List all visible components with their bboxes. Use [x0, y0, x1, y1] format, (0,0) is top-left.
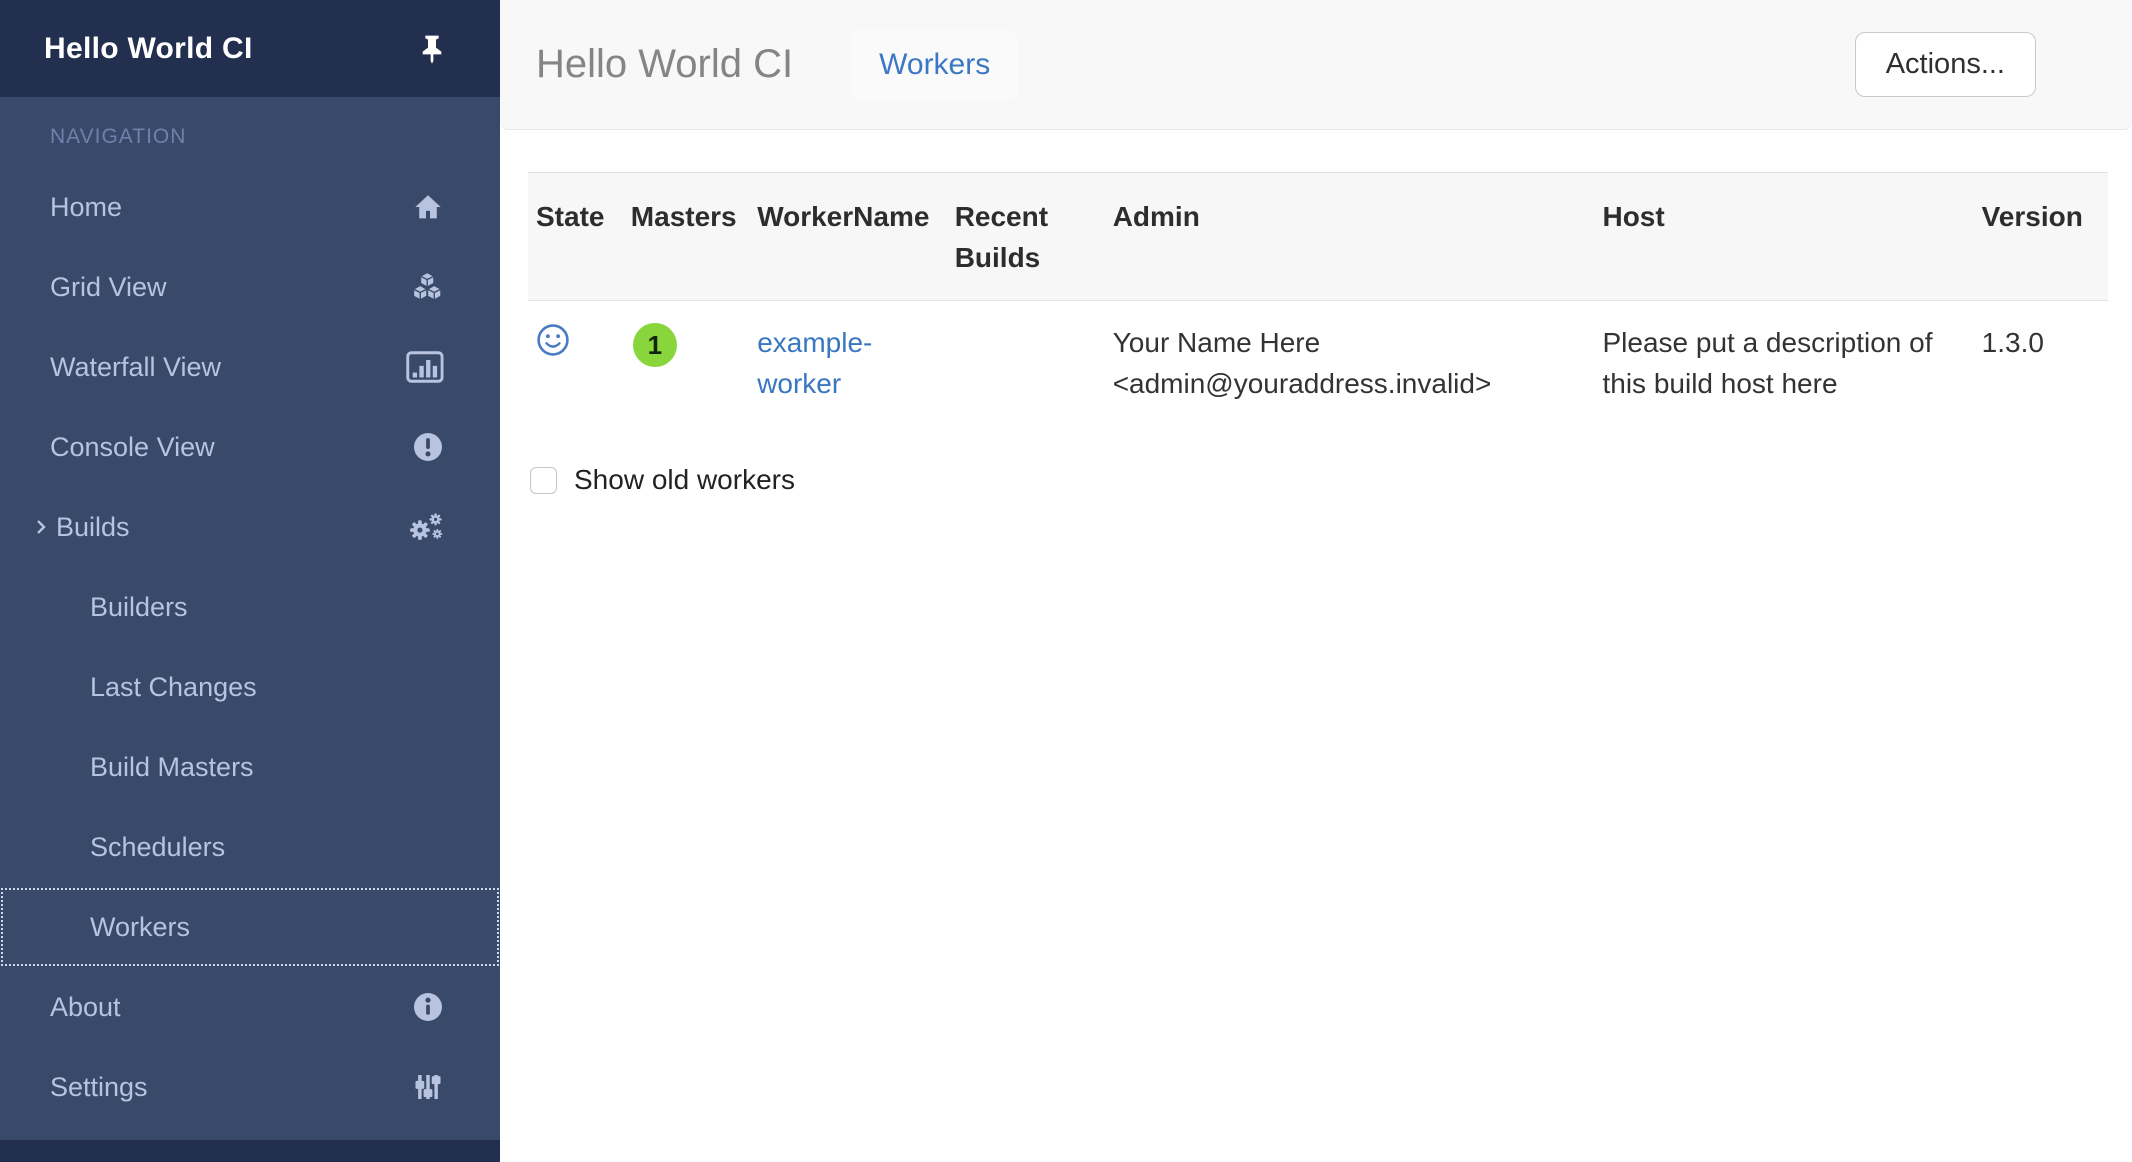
pin-sidebar-icon[interactable] — [416, 32, 448, 66]
worker-host-cell: Please put a description of this build h… — [1594, 301, 1973, 431]
page-title: Hello World CI — [536, 42, 793, 87]
masters-count-badge: 1 — [633, 323, 677, 367]
sidebar-item-last-changes[interactable]: Last Changes — [0, 647, 500, 727]
worker-masters-cell: 1 — [623, 301, 749, 431]
sliders-icon — [404, 1071, 444, 1103]
main-area: Hello World CI Workers Actions... State … — [500, 0, 2132, 1162]
bar-chart-icon — [404, 351, 444, 383]
nav-section-label: NAVIGATION — [0, 97, 500, 167]
sidebar-item-builds[interactable]: Builds — [0, 487, 500, 567]
sidebar-item-schedulers[interactable]: Schedulers — [0, 807, 500, 887]
sidebar-footer — [0, 1140, 500, 1162]
worker-name-cell: example-worker — [749, 301, 947, 431]
col-header-host: Host — [1594, 173, 1973, 301]
show-old-workers-label: Show old workers — [574, 464, 795, 496]
show-old-workers-checkbox[interactable] — [530, 467, 557, 494]
gears-icon — [404, 511, 444, 543]
worker-row: 1 example-worker Your Name Here <admin@y… — [528, 301, 2108, 431]
sidebar-nav: Home Grid View Waterfall View — [0, 167, 500, 1127]
home-icon — [404, 191, 444, 223]
sidebar-item-builders[interactable]: Builders — [0, 567, 500, 647]
worker-admin-cell: Your Name Here <admin@youraddress.invali… — [1105, 301, 1595, 431]
sidebar-item-waterfall-view[interactable]: Waterfall View — [0, 327, 500, 407]
show-old-workers-control[interactable]: Show old workers — [530, 464, 2108, 496]
sidebar-item-workers[interactable]: Workers — [0, 887, 500, 967]
worker-version-cell: 1.3.0 — [1974, 301, 2108, 431]
smiley-face-icon — [536, 323, 570, 357]
col-header-masters: Masters — [623, 173, 749, 301]
sidebar-item-grid-view[interactable]: Grid View — [0, 247, 500, 327]
sidebar-item-build-masters[interactable]: Build Masters — [0, 727, 500, 807]
tab-workers[interactable]: Workers — [851, 30, 1018, 100]
cubes-icon — [404, 271, 444, 303]
col-header-version: Version — [1974, 173, 2108, 301]
exclamation-circle-icon — [404, 431, 444, 463]
workers-content: State Masters WorkerName Recent Builds A… — [500, 130, 2132, 496]
sidebar-item-about[interactable]: About — [0, 967, 500, 1047]
sidebar-item-home[interactable]: Home — [0, 167, 500, 247]
info-circle-icon — [404, 991, 444, 1023]
workers-table: State Masters WorkerName Recent Builds A… — [528, 172, 2108, 430]
sidebar-item-console-view[interactable]: Console View — [0, 407, 500, 487]
top-navbar: Hello World CI Workers Actions... — [500, 0, 2132, 130]
col-header-admin: Admin — [1105, 173, 1595, 301]
worker-state-cell — [528, 301, 623, 431]
col-header-state: State — [528, 173, 623, 301]
table-header-row: State Masters WorkerName Recent Builds A… — [528, 173, 2108, 301]
sidebar-item-settings[interactable]: Settings — [0, 1047, 500, 1127]
actions-button[interactable]: Actions... — [1855, 32, 2036, 97]
worker-link[interactable]: example-worker — [757, 327, 872, 399]
app-title: Hello World CI — [44, 32, 416, 66]
col-header-workername: WorkerName — [749, 173, 947, 301]
recent-builds-cell — [947, 301, 1105, 431]
col-header-recent-builds: Recent Builds — [947, 173, 1105, 301]
app-window: Hello World CI NAVIGATION Home Grid View — [0, 0, 2132, 1162]
chevron-right-icon — [30, 516, 52, 538]
sidebar-header: Hello World CI — [0, 0, 500, 97]
sidebar: Hello World CI NAVIGATION Home Grid View — [0, 0, 500, 1162]
